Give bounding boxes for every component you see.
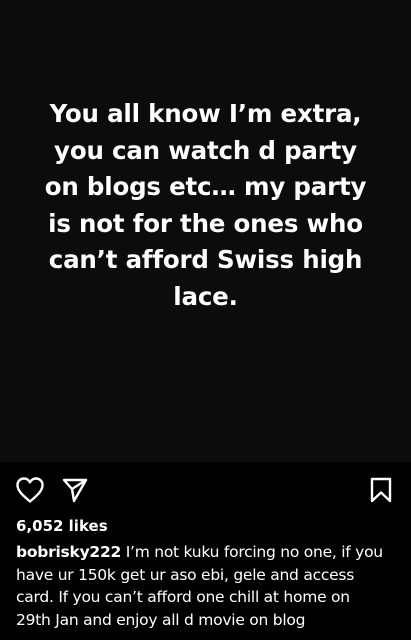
post-caption: bobrisky222 I’m not kuku forcing no one,… bbox=[16, 541, 400, 631]
caption-line: bobrisky222 I’m not kuku forcing no one,… bbox=[16, 541, 400, 564]
story-line: you can watch d party bbox=[54, 135, 357, 165]
post-action-bar bbox=[0, 472, 411, 506]
caption-line: have ur 150k get ur aso ebi, gele and ac… bbox=[16, 565, 355, 584]
story-text: You all know I’m extra, you can watch d … bbox=[14, 96, 397, 315]
likes-count[interactable]: 6,052 likes bbox=[16, 516, 108, 536]
bookmark-icon[interactable] bbox=[369, 476, 393, 504]
caption-username[interactable]: bobrisky222 bbox=[16, 543, 121, 561]
heart-icon[interactable] bbox=[15, 476, 45, 504]
story-line: on blogs etc… my party bbox=[44, 172, 367, 201]
post-image: You all know I’m extra, you can watch d … bbox=[0, 0, 411, 462]
story-line: lace. bbox=[173, 281, 238, 311]
story-line: can’t afford Swiss high bbox=[48, 245, 363, 274]
paper-plane-icon[interactable] bbox=[61, 476, 89, 504]
caption-text: I’m not kuku forcing no one, if you bbox=[121, 543, 383, 561]
caption-line: 29th Jan and enjoy all d movie on blog bbox=[16, 610, 306, 629]
caption-line: card. If you can’t afford one chill at h… bbox=[16, 588, 350, 606]
story-line: is not for the ones who bbox=[48, 208, 363, 238]
story-line: You all know I’m extra, bbox=[49, 99, 362, 128]
